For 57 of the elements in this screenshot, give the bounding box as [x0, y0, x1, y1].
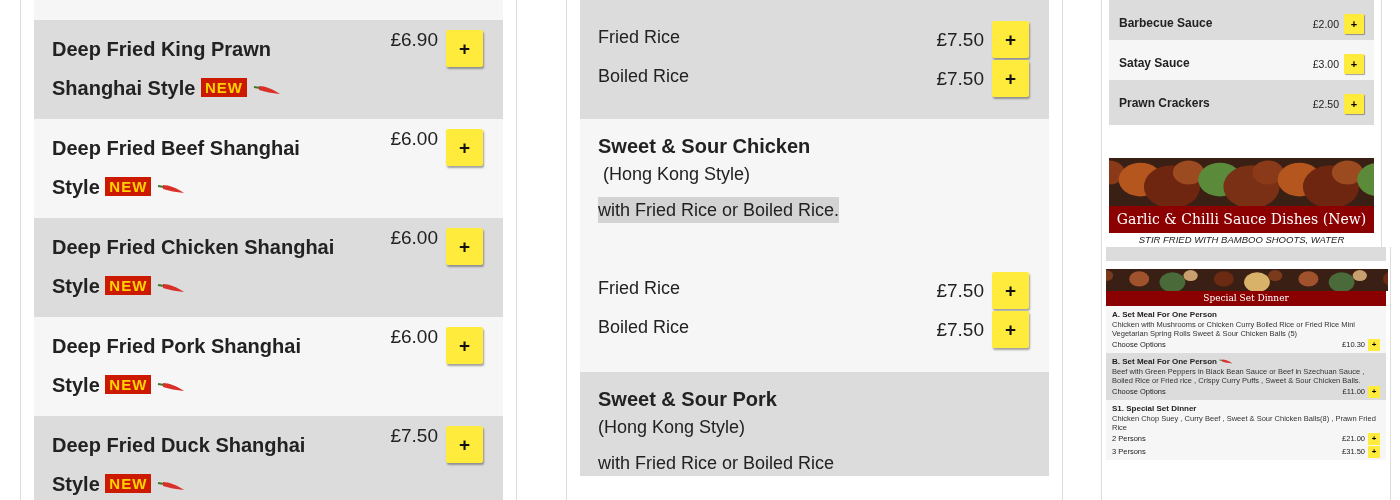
item-title: Deep Fried Duck Shanghai Style NEW — [52, 433, 307, 497]
item-price: £7.50 — [390, 426, 438, 448]
item-title: Barbecue Sauce — [1119, 15, 1213, 32]
add-button[interactable]: + — [1344, 94, 1364, 114]
option-price: £7.50 — [936, 281, 984, 300]
option-label: Fried Rice — [598, 26, 681, 49]
add-button[interactable]: + — [446, 426, 483, 463]
banner-caption: Garlic & Chilli Sauce Dishes (New) — [1109, 206, 1374, 233]
option-label: Boiled Rice — [598, 316, 690, 339]
item-title: B. Set Meal For One Person — [1112, 357, 1380, 367]
option-price: £7.50 — [936, 320, 984, 339]
option-label: Boiled Rice — [598, 65, 690, 88]
item-title: Sweet & Sour Pork — [598, 387, 778, 412]
item-subtitle: (Hong Kong Style) — [602, 163, 752, 186]
new-badge: NEW — [105, 276, 152, 295]
item-price: £6.00 — [390, 327, 438, 349]
new-badge: NEW — [200, 78, 247, 97]
item-title: Deep Fried Pork Shanghai Style NEW — [52, 334, 302, 398]
add-button[interactable]: + — [1368, 338, 1380, 351]
add-button[interactable]: + — [1368, 385, 1380, 398]
add-button[interactable]: + — [1344, 54, 1364, 74]
add-button[interactable]: + — [446, 30, 483, 67]
item-title: Sweet & Sour Chicken — [598, 134, 812, 159]
item-price: £2.50 — [1312, 97, 1339, 112]
item-description: with Fried Rice or Boiled Rice. — [598, 197, 840, 223]
item-price: £2.00 — [1312, 17, 1339, 32]
item-price: £6.00 — [390, 129, 438, 151]
item-description: with Fried Rice or Boiled Rice — [598, 452, 835, 475]
item-title: A. Set Meal For One Person — [1112, 310, 1218, 320]
add-button[interactable]: + — [992, 272, 1029, 309]
item-price: £3.00 — [1312, 57, 1339, 72]
item-title: Deep Fried Beef Shanghai Style NEW — [52, 136, 301, 200]
item-title: S1. Special Set Dinner — [1112, 404, 1198, 414]
item-title: Deep Fried King Prawn Shanghai Style NEW — [52, 30, 352, 119]
item-title: Satay Sauce — [1119, 55, 1190, 72]
add-button[interactable]: + — [992, 311, 1029, 348]
add-button[interactable]: + — [992, 60, 1029, 97]
new-badge: NEW — [105, 177, 152, 196]
add-button[interactable]: + — [992, 21, 1029, 58]
new-badge: NEW — [105, 375, 152, 394]
new-badge: NEW — [105, 474, 152, 493]
add-button[interactable]: + — [446, 129, 483, 166]
option-price: £7.50 — [936, 69, 984, 88]
item-price: £6.90 — [390, 30, 438, 52]
add-button[interactable]: + — [1344, 14, 1364, 34]
option-price: £7.50 — [936, 30, 984, 49]
add-button[interactable]: + — [1368, 432, 1380, 445]
add-button[interactable]: + — [446, 327, 483, 364]
add-button[interactable]: + — [1368, 445, 1380, 458]
option-label: Fried Rice — [598, 277, 681, 300]
item-title: Prawn Crackers — [1119, 95, 1210, 112]
section-subtitle: STIR FRIED WITH BAMBOO SHOOTS, WATER — [1137, 234, 1346, 246]
add-button[interactable]: + — [446, 228, 483, 265]
item-subtitle: (Hong Kong Style) — [598, 416, 747, 439]
item-price: £6.00 — [390, 228, 438, 250]
item-title: Deep Fried Chicken Shanghai Style NEW — [52, 235, 336, 299]
banner-caption: Special Set Dinner — [1106, 291, 1386, 306]
